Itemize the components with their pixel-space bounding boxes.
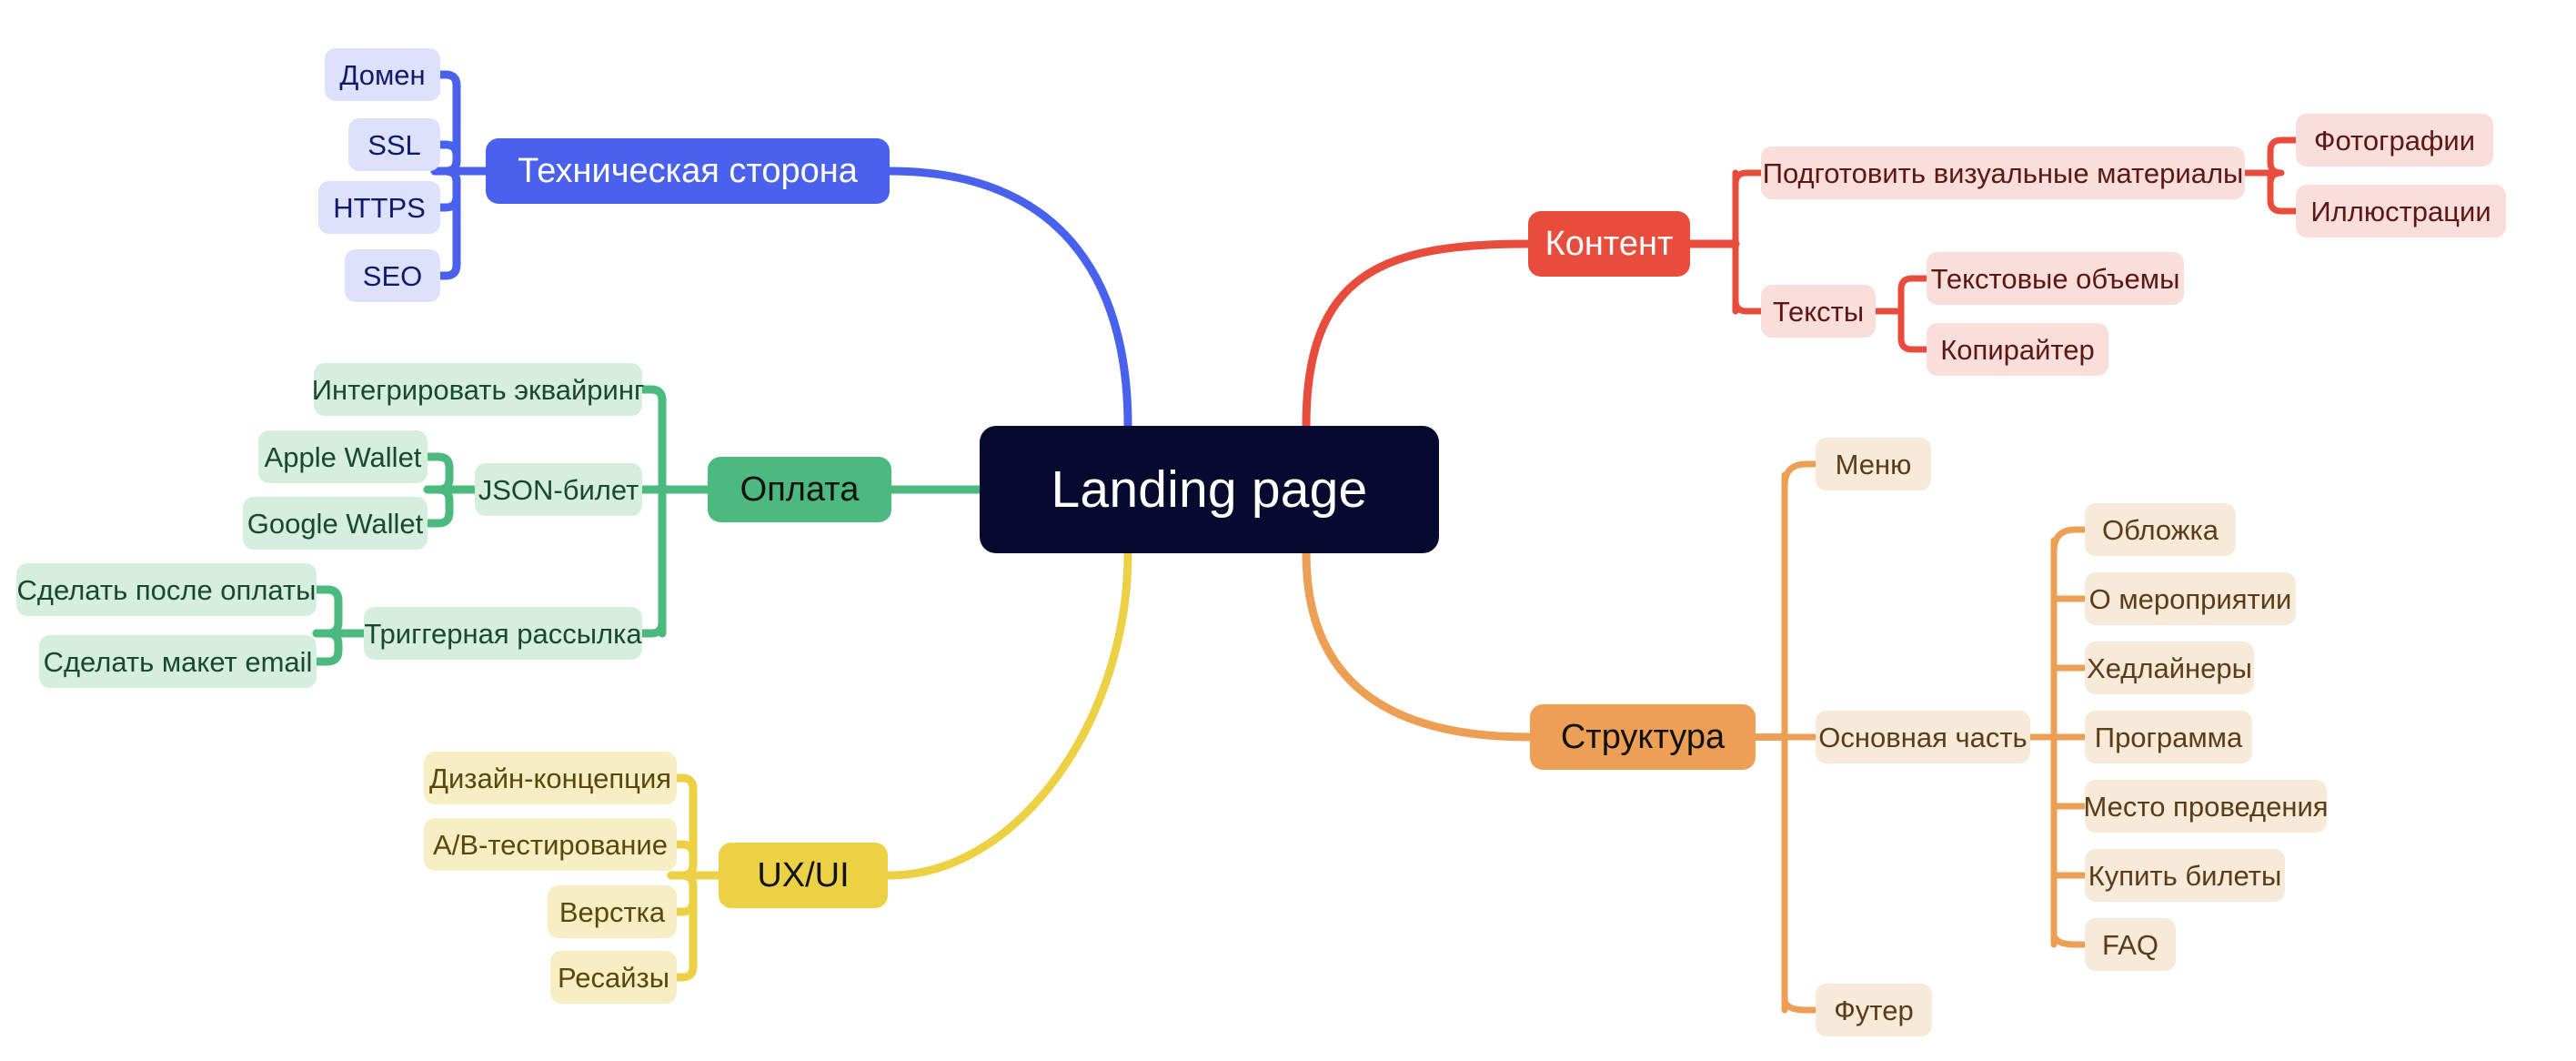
sub-node-text-volumes-label: Текстовые объемы	[1930, 262, 2180, 295]
sub-node-apple-wallet-label: Apple Wallet	[264, 440, 422, 473]
sub-node-ssl[interactable]: SSL	[348, 118, 440, 171]
branch-node-uxui-label: UX/UI	[757, 856, 850, 894]
sub-node-cover-label: Обложка	[2101, 513, 2219, 546]
branch-node-content-label: Контент	[1545, 225, 1674, 263]
edge-content-texts	[1732, 297, 1765, 315]
sub-node-json-ticket[interactable]: JSON-билет	[475, 463, 642, 516]
sub-node-texts-label: Тексты	[1772, 295, 1865, 328]
sub-node-design-concept-label: Дизайн-концепция	[428, 762, 672, 794]
sub-node-google-wallet[interactable]: Google Wallet	[243, 497, 428, 550]
edge-structure-footer	[1781, 995, 1819, 1014]
root-node[interactable]: Landing page	[980, 426, 1439, 553]
sub-node-trigger-mailing[interactable]: Триггерная рассылка	[364, 607, 642, 660]
sub-node-acquiring[interactable]: Интегрировать эквайринг	[311, 363, 645, 416]
sub-node-photos[interactable]: Фотографии	[2296, 114, 2493, 167]
sub-node-main-part[interactable]: Основная часть	[1816, 711, 2030, 763]
sub-node-seo[interactable]: SEO	[345, 249, 440, 302]
edge-json-applewallet	[423, 452, 454, 494]
sub-node-illustrations[interactable]: Иллюстрации	[2296, 185, 2506, 237]
sub-node-faq-label: FAQ	[2101, 928, 2158, 961]
sub-node-photos-label: Фотографии	[2313, 124, 2476, 157]
edge-root-tech	[885, 167, 1132, 430]
sub-node-https[interactable]: HTTPS	[318, 181, 440, 234]
sub-node-apple-wallet[interactable]: Apple Wallet	[258, 430, 428, 483]
mindmap-canvas: Landing page Техническая сторона Домен S…	[0, 0, 2576, 1061]
edge-trigger-afterpay	[312, 585, 343, 638]
branch-node-uxui[interactable]: UX/UI	[719, 843, 888, 908]
branch-node-content[interactable]: Контент	[1528, 211, 1690, 277]
sub-node-domen-label: Домен	[339, 58, 426, 91]
edge-payment-trigger	[638, 618, 667, 638]
sub-node-ab-testing[interactable]: A/B-тестирование	[424, 818, 677, 871]
sub-node-after-payment-label: Сделать после оплаты	[16, 573, 317, 606]
edge-mainpart-cover	[2050, 526, 2088, 555]
sub-node-verstka-label: Верстка	[558, 895, 666, 928]
edge-root-uxui	[885, 549, 1132, 880]
sub-node-trigger-mailing-label: Триггерная рассылка	[364, 617, 642, 650]
sub-node-about-event-label: О мероприятии	[2088, 582, 2292, 615]
sub-node-about-event[interactable]: О мероприятии	[2085, 572, 2296, 625]
branch-node-payment-label: Оплата	[740, 470, 860, 509]
sub-node-program-label: Программа	[2094, 721, 2243, 753]
edge-structure-menu	[1781, 460, 1819, 490]
sub-node-footer-label: Футер	[1834, 994, 1914, 1026]
sub-node-main-part-label: Основная часть	[1818, 721, 2028, 753]
sub-node-visual-materials-label: Подготовить визуальные материалы	[1762, 157, 2244, 189]
sub-node-after-payment[interactable]: Сделать после оплаты	[16, 563, 317, 616]
sub-node-design-concept[interactable]: Дизайн-концепция	[424, 752, 677, 804]
sub-node-copywriter-label: Копирайтер	[1940, 333, 2095, 366]
sub-node-google-wallet-label: Google Wallet	[247, 507, 424, 540]
branch-node-structure[interactable]: Структура	[1530, 704, 1756, 770]
sub-node-seo-label: SEO	[362, 259, 423, 292]
sub-node-acquiring-label: Интегрировать эквайринг	[311, 373, 645, 406]
edge-mainpart-faq	[2050, 930, 2088, 948]
sub-node-resize[interactable]: Ресайзы	[550, 951, 677, 1004]
sub-node-venue[interactable]: Место проведения	[2083, 780, 2329, 833]
edge-content-visual	[1732, 169, 1765, 187]
root-node-label: Landing page	[1051, 460, 1368, 519]
sub-node-buy-tickets-label: Купить билеты	[2088, 859, 2282, 892]
sub-node-faq[interactable]: FAQ	[2085, 918, 2176, 971]
sub-node-domen[interactable]: Домен	[325, 48, 440, 101]
sub-node-menu[interactable]: Меню	[1816, 438, 1931, 490]
edge-texts-copywriter	[1897, 308, 1930, 353]
sub-node-headliners-label: Хедлайнеры	[2087, 652, 2252, 684]
sub-node-email-layout[interactable]: Сделать макет email	[39, 635, 317, 688]
sub-node-ab-testing-label: A/B-тестирование	[433, 828, 668, 861]
sub-node-buy-tickets[interactable]: Купить билеты	[2085, 849, 2285, 902]
branch-node-tech-label: Техническая сторона	[518, 152, 858, 190]
edge-root-structure	[1302, 549, 1535, 742]
sub-node-verstka[interactable]: Верстка	[548, 885, 677, 938]
edge-texts-volumes	[1897, 275, 1930, 315]
sub-node-https-label: HTTPS	[333, 191, 426, 224]
branch-node-tech[interactable]: Техническая сторона	[486, 138, 890, 204]
sub-node-menu-label: Меню	[1835, 448, 1912, 480]
sub-node-illustrations-label: Иллюстрации	[2310, 195, 2491, 227]
sub-node-venue-label: Место проведения	[2083, 790, 2329, 823]
edge-trigger-emaillayout	[312, 629, 343, 666]
branch-node-payment[interactable]: Оплата	[708, 457, 891, 522]
sub-node-json-ticket-label: JSON-билет	[478, 473, 639, 506]
sub-node-cover[interactable]: Обложка	[2085, 503, 2236, 556]
sub-node-text-volumes[interactable]: Текстовые объемы	[1927, 252, 2184, 305]
branch-node-structure-label: Структура	[1560, 718, 1726, 756]
edge-payment-acquiring	[638, 385, 667, 405]
edge-visual-photos	[2267, 136, 2299, 187]
edge-json-googlewallet	[423, 485, 454, 528]
sub-node-copywriter[interactable]: Копирайтер	[1927, 323, 2108, 376]
sub-node-program[interactable]: Программа	[2085, 711, 2252, 763]
sub-node-texts[interactable]: Тексты	[1761, 285, 1876, 338]
edge-root-content	[1302, 239, 1533, 430]
edge-visual-illustrations	[2267, 169, 2299, 215]
sub-node-visual-materials[interactable]: Подготовить визуальные материалы	[1761, 147, 2245, 199]
sub-node-email-layout-label: Сделать макет email	[43, 645, 313, 678]
sub-node-ssl-label: SSL	[367, 128, 421, 161]
sub-node-headliners[interactable]: Хедлайнеры	[2085, 642, 2254, 694]
sub-node-resize-label: Ресайзы	[557, 961, 670, 994]
sub-node-footer[interactable]: Футер	[1816, 984, 1932, 1036]
